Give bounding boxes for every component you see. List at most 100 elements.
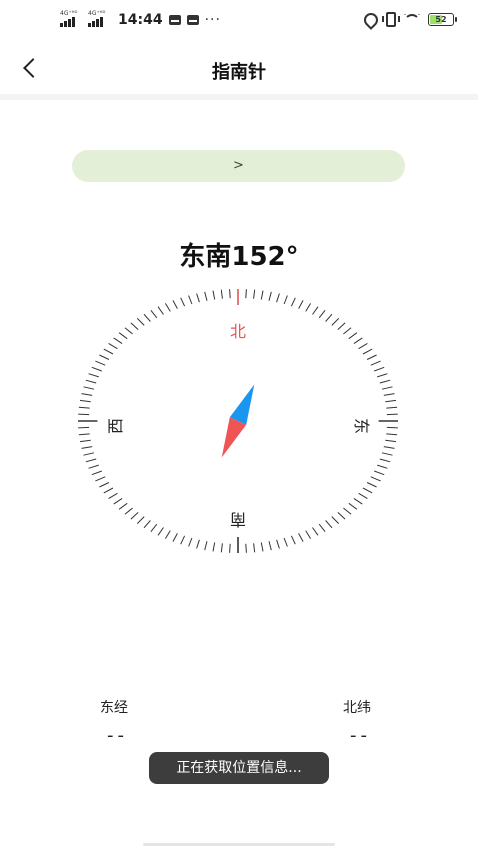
message-icon xyxy=(186,15,199,25)
compass-tick xyxy=(268,291,272,301)
compass-tick xyxy=(370,360,381,366)
compass-tick xyxy=(108,492,118,500)
cellular-signal-icon-2: 4G⁺ᴴᴰ xyxy=(88,11,110,27)
compass-tick xyxy=(283,537,288,547)
compass-tick xyxy=(374,470,385,476)
compass-tick xyxy=(337,512,346,520)
compass-tick xyxy=(204,291,208,301)
compass-tick xyxy=(79,439,91,443)
compass-dial: 北 东 南 西 xyxy=(69,285,409,565)
page-title: 指南针 xyxy=(212,62,266,83)
mail-icon xyxy=(168,15,181,25)
compass-tick xyxy=(312,306,319,315)
compass-tick xyxy=(108,342,118,350)
compass-tick xyxy=(188,537,193,547)
compass-tick xyxy=(386,426,398,429)
wifi-icon xyxy=(404,13,420,26)
compass-south-label: 南 xyxy=(230,510,246,529)
compass-tick xyxy=(260,290,264,300)
compass-tick xyxy=(172,300,178,309)
compass-tick xyxy=(143,313,151,322)
vibrate-icon xyxy=(382,12,400,27)
compass-tick xyxy=(150,523,158,533)
status-time: 14:44 xyxy=(118,12,163,28)
compass-tick xyxy=(81,393,93,396)
latitude-value: -- xyxy=(350,725,371,746)
compass-tick xyxy=(188,295,193,305)
compass-tick xyxy=(95,476,106,482)
compass-tick xyxy=(220,543,223,553)
compass-tick xyxy=(386,413,398,416)
compass-tick xyxy=(253,543,256,553)
compass-tick xyxy=(325,520,333,529)
compass-tick xyxy=(124,327,133,335)
title-bar: 指南针 xyxy=(0,42,478,100)
compass-tick xyxy=(157,306,164,315)
compass-tick xyxy=(343,507,352,515)
compass-tick xyxy=(180,297,186,307)
compass-tick xyxy=(318,523,326,533)
compass-tick xyxy=(386,406,398,409)
needle-south xyxy=(221,417,247,458)
compass-tick xyxy=(88,373,99,378)
compass-tick xyxy=(348,502,358,510)
compass-tick xyxy=(343,327,352,335)
more-notifications-icon: ··· xyxy=(204,12,221,28)
compass-tick xyxy=(283,295,288,305)
compass-tick xyxy=(81,446,93,449)
compass-tick xyxy=(377,464,388,469)
compass-tick xyxy=(196,539,200,549)
compass-tick xyxy=(130,322,139,330)
compass-tick xyxy=(383,393,395,396)
compass-tick xyxy=(305,530,312,539)
compass-tick xyxy=(245,289,247,299)
compass-tick xyxy=(113,497,123,505)
compass-tick xyxy=(143,520,151,529)
compass-tick xyxy=(130,512,139,520)
compass-tick xyxy=(331,516,340,524)
compass-tick xyxy=(305,303,312,312)
needle-north xyxy=(229,384,255,425)
compass-tick xyxy=(229,543,231,553)
compass-tick xyxy=(353,497,363,505)
home-indicator xyxy=(143,843,335,846)
battery-level: 52 xyxy=(435,15,447,24)
compass-tick xyxy=(180,535,186,545)
longitude-value: -- xyxy=(107,725,128,746)
compass-east-label: 东 xyxy=(352,418,371,434)
battery-icon: 52 xyxy=(428,13,457,26)
compass-tick xyxy=(172,533,178,542)
compass-tick xyxy=(212,542,216,552)
compass-tick xyxy=(83,386,95,390)
compass-tick xyxy=(366,482,377,488)
compass-tick xyxy=(383,446,395,449)
compass-tick xyxy=(91,366,102,372)
compass-tick xyxy=(78,413,90,416)
compass-tick xyxy=(358,342,368,350)
compass-tick xyxy=(381,452,393,456)
compass-tick xyxy=(204,541,208,551)
compass-tick xyxy=(99,482,110,488)
compass-tick xyxy=(79,399,91,403)
compass-tick xyxy=(298,300,304,309)
compass-tick xyxy=(229,289,231,299)
compass-tick xyxy=(386,433,398,436)
compass-tick xyxy=(379,379,391,384)
info-banner[interactable]: > xyxy=(72,150,405,182)
compass-tick xyxy=(253,289,256,299)
compass-tick xyxy=(85,458,97,463)
compass-tick xyxy=(290,297,296,307)
compass-tick xyxy=(95,360,106,366)
direction-readout: 东南152° xyxy=(179,242,299,272)
compass-tick xyxy=(212,290,216,300)
toast-message: 正在获取位置信息... xyxy=(149,752,329,784)
compass-tick xyxy=(83,452,95,456)
compass-tick xyxy=(157,527,164,536)
compass-tick xyxy=(381,386,393,390)
compass-tick xyxy=(78,433,90,436)
compass-svg: 北 东 南 西 xyxy=(78,289,398,553)
cellular-signal-icon: 4G⁺ᴴᴰ xyxy=(60,11,82,27)
compass-tick xyxy=(276,539,280,549)
compass-tick xyxy=(136,516,145,524)
compass-tick xyxy=(164,530,171,539)
